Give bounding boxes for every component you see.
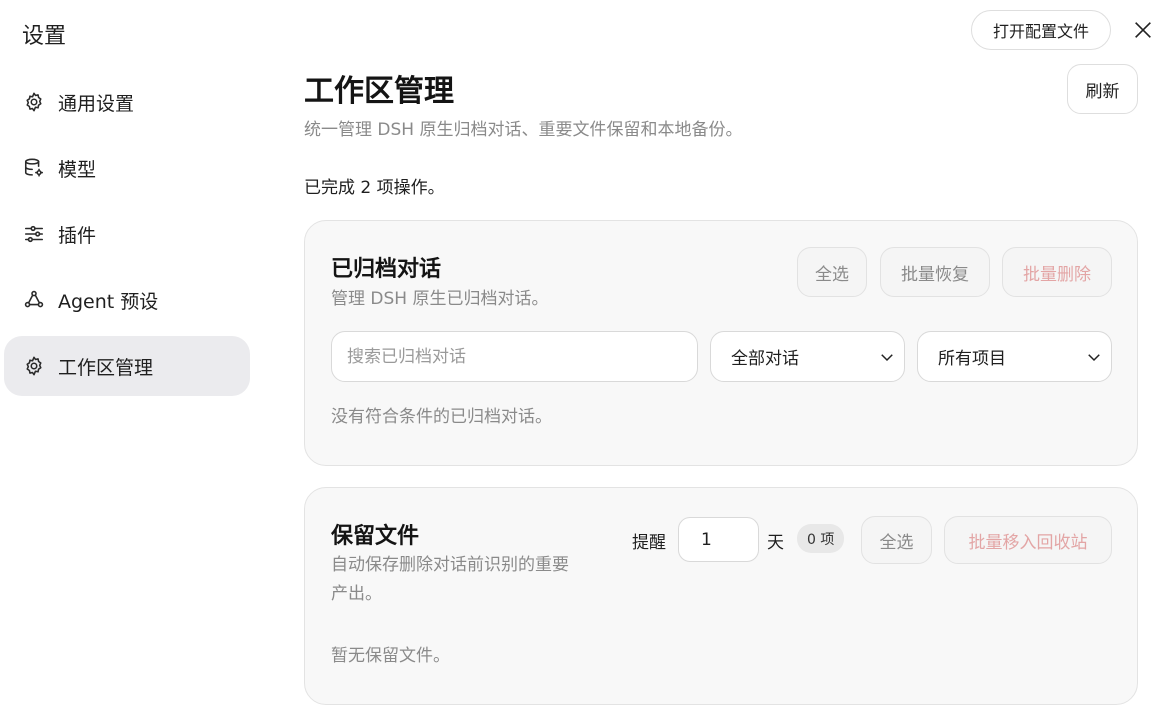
- refresh-button[interactable]: 刷新: [1067, 64, 1138, 114]
- app-title: 设置: [22, 24, 67, 49]
- sidebar: 通用设置 模型 插件 Agent 预设 工作区管理: [4, 72, 250, 402]
- remind-days-input[interactable]: [678, 517, 759, 562]
- archived-card-description: 管理 DSH 原生已归档对话。: [331, 289, 549, 309]
- batch-delete-button[interactable]: 批量删除: [1002, 247, 1112, 297]
- status-message: 已完成 2 项操作。: [304, 178, 445, 198]
- sidebar-item-label: 通用设置: [58, 92, 135, 115]
- sidebar-item-agent-presets[interactable]: Agent 预设: [4, 270, 250, 330]
- sliders-icon: [22, 222, 46, 246]
- sidebar-item-label: 模型: [58, 158, 97, 181]
- select-all-button[interactable]: 全选: [797, 247, 867, 297]
- page-title: 工作区管理: [304, 74, 454, 109]
- archived-empty-state: 没有符合条件的已归档对话。: [331, 407, 552, 427]
- kept-card-description-line1: 自动保存删除对话前识别的重要: [331, 555, 569, 575]
- batch-restore-button[interactable]: 批量恢复: [880, 247, 990, 297]
- sidebar-item-workspace[interactable]: 工作区管理: [4, 336, 250, 396]
- sidebar-item-label: 插件: [58, 224, 97, 247]
- sidebar-item-label: Agent 预设: [58, 290, 159, 313]
- gear-icon: [22, 354, 46, 378]
- close-icon[interactable]: [1130, 17, 1151, 43]
- nodes-icon: [22, 288, 46, 312]
- select-all-button[interactable]: 全选: [861, 516, 932, 564]
- project-filter-select[interactable]: 所有项目: [917, 331, 1112, 382]
- sidebar-item-general[interactable]: 通用设置: [4, 72, 250, 132]
- kept-card-title: 保留文件: [331, 524, 420, 549]
- kept-card-description-line2: 产出。: [331, 584, 382, 604]
- conversation-filter-value: 全部对话: [731, 349, 799, 369]
- page-subtitle: 统一管理 DSH 原生归档对话、重要文件保留和本地备份。: [304, 120, 743, 140]
- gear-icon: [22, 90, 46, 114]
- sidebar-item-plugins[interactable]: 插件: [4, 204, 250, 264]
- chevron-down-icon: [878, 348, 896, 366]
- archived-conversations-card: 已归档对话 管理 DSH 原生已归档对话。 全选 批量恢复 批量删除 全部对话 …: [304, 220, 1138, 466]
- remind-label: 提醒: [632, 533, 666, 553]
- sidebar-item-models[interactable]: 模型: [4, 138, 250, 198]
- open-config-button[interactable]: 打开配置文件: [971, 10, 1111, 50]
- day-unit-label: 天: [767, 533, 784, 553]
- database-gear-icon: [22, 156, 46, 180]
- kept-files-card: 保留文件 自动保存删除对话前识别的重要 产出。 提醒 天 0 项 全选 批量移入…: [304, 487, 1138, 705]
- kept-empty-state: 暂无保留文件。: [331, 646, 450, 666]
- chevron-down-icon: [1085, 348, 1103, 366]
- move-to-trash-button[interactable]: 批量移入回收站: [944, 516, 1112, 564]
- conversation-filter-select[interactable]: 全部对话: [710, 331, 905, 382]
- project-filter-value: 所有项目: [938, 349, 1006, 369]
- archived-card-title: 已归档对话: [331, 257, 442, 282]
- count-badge: 0 项: [797, 524, 845, 553]
- search-input[interactable]: [331, 331, 698, 382]
- sidebar-item-label: 工作区管理: [58, 356, 154, 379]
